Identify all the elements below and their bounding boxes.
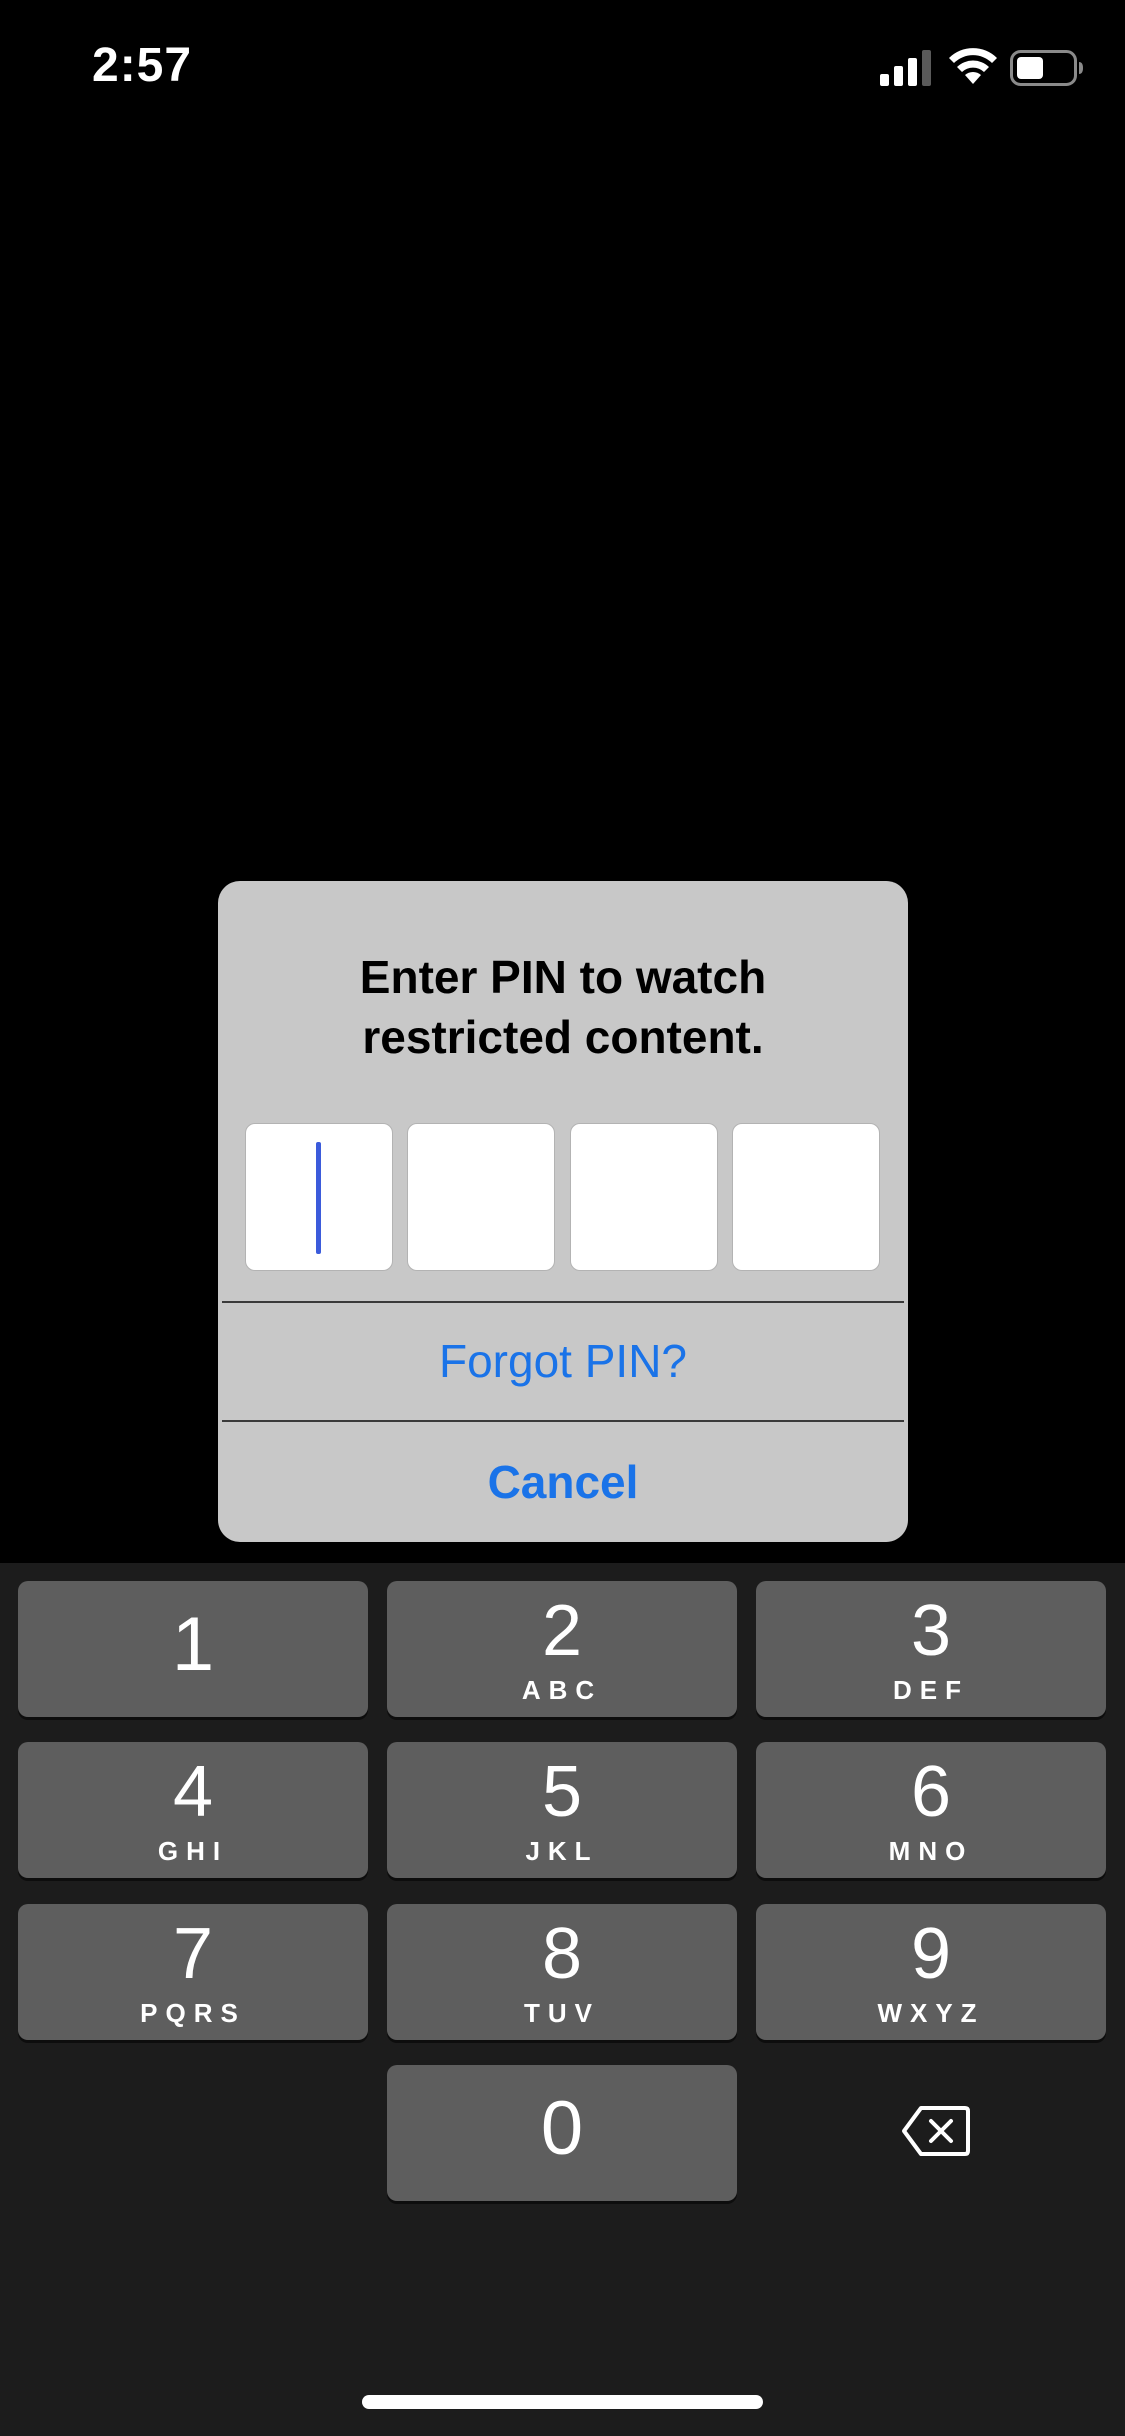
key-digit: 6 [910, 1752, 952, 1832]
key-digit: 8 [541, 1914, 583, 1994]
key-6[interactable]: 6 MNO [756, 1742, 1106, 1878]
key-letters: DEF [893, 1675, 969, 1705]
key-8[interactable]: 8 TUV [387, 1904, 737, 2040]
key-letters: GHI [157, 1836, 229, 1866]
cellular-signal-icon [880, 50, 931, 86]
numeric-keypad: 1 2 ABC 3 DEF 4 GHI 5 JKL 6 MNO 7 PQRS 8… [0, 1563, 1125, 2436]
key-digit: 7 [172, 1914, 214, 1994]
key-digit: 1 [171, 1602, 215, 1687]
key-digit: 9 [910, 1914, 952, 1994]
delete-key[interactable] [756, 2065, 1106, 2201]
cancel-button[interactable]: Cancel [218, 1422, 908, 1542]
dialog-title: Enter PIN to watch restricted content. [359, 951, 767, 1063]
wifi-icon [949, 48, 997, 84]
key-letters: ABC [521, 1675, 603, 1705]
text-caret [316, 1142, 321, 1254]
key-letters: JKL [525, 1836, 599, 1866]
battery-icon [1010, 50, 1083, 86]
pin-digit-box-1[interactable] [245, 1123, 393, 1271]
key-9[interactable]: 9 WXYZ [756, 1904, 1106, 2040]
key-digit: 5 [541, 1752, 583, 1832]
key-letters: WXYZ [877, 1998, 985, 2028]
status-bar: 2:57 [0, 0, 1125, 140]
key-7[interactable]: 7 PQRS [18, 1904, 368, 2040]
key-letters: PQRS [140, 1998, 246, 2028]
key-1[interactable]: 1 [18, 1581, 368, 1717]
key-digit: 0 [540, 2086, 584, 2171]
key-2[interactable]: 2 ABC [387, 1581, 737, 1717]
key-letters: TUV [524, 1998, 600, 2028]
pin-digit-box-4[interactable] [732, 1123, 880, 1271]
backspace-icon [902, 2106, 970, 2156]
pin-digit-box-2[interactable] [407, 1123, 555, 1271]
home-indicator[interactable] [362, 2395, 763, 2409]
key-digit: 3 [910, 1591, 952, 1671]
key-3[interactable]: 3 DEF [756, 1581, 1106, 1717]
pin-digit-box-3[interactable] [570, 1123, 718, 1271]
key-digit: 4 [172, 1752, 214, 1832]
pin-dialog: Enter PIN to watch restricted content. F… [218, 881, 908, 1542]
pin-entry[interactable] [245, 1123, 881, 1271]
key-5[interactable]: 5 JKL [387, 1742, 737, 1878]
status-time: 2:57 [92, 39, 193, 92]
key-digit: 2 [541, 1591, 583, 1671]
key-letters: MNO [888, 1836, 974, 1866]
screen: 2:57 Enter PIN to watch restricted conte… [0, 0, 1125, 2436]
forgot-pin-button[interactable]: Forgot PIN? [218, 1303, 908, 1420]
key-4[interactable]: 4 GHI [18, 1742, 368, 1878]
key-0[interactable]: 0 [387, 2065, 737, 2201]
